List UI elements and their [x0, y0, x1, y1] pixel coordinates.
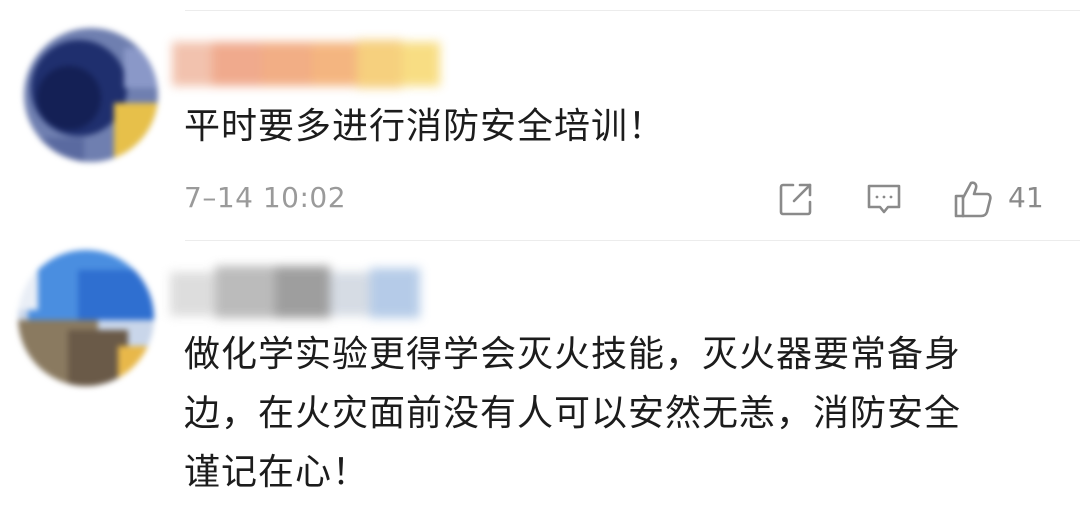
username-redacted[interactable] [170, 262, 420, 322]
divider-middle [185, 240, 1080, 241]
like-count: 41 [1008, 181, 1044, 214]
comment-text-line: 谨记在心！ [184, 452, 370, 493]
share-icon[interactable] [777, 180, 815, 218]
avatar[interactable] [24, 28, 158, 162]
username-blur [170, 266, 420, 318]
avatar[interactable] [18, 250, 154, 386]
avatar-image [18, 250, 154, 386]
comment-text-line: 做化学实验更得学会灭火技能，灭火器要常备身 [184, 334, 962, 375]
comment-icon[interactable] [865, 180, 903, 218]
thumbs-up-icon[interactable] [952, 178, 994, 220]
comment-text: 平时要多进行消防安全培训！ [184, 106, 666, 147]
username-blur [172, 40, 440, 88]
comment-timestamp: 7–14 10:02 [184, 181, 347, 214]
avatar-image [24, 28, 158, 162]
comment-meta: 7–14 10:02 41 [184, 178, 1080, 218]
comment-text-line: 边，在火灾面前没有人可以安然无恙，消防安全 [184, 393, 962, 434]
username-redacted[interactable] [172, 36, 440, 92]
divider-top [185, 10, 1080, 11]
